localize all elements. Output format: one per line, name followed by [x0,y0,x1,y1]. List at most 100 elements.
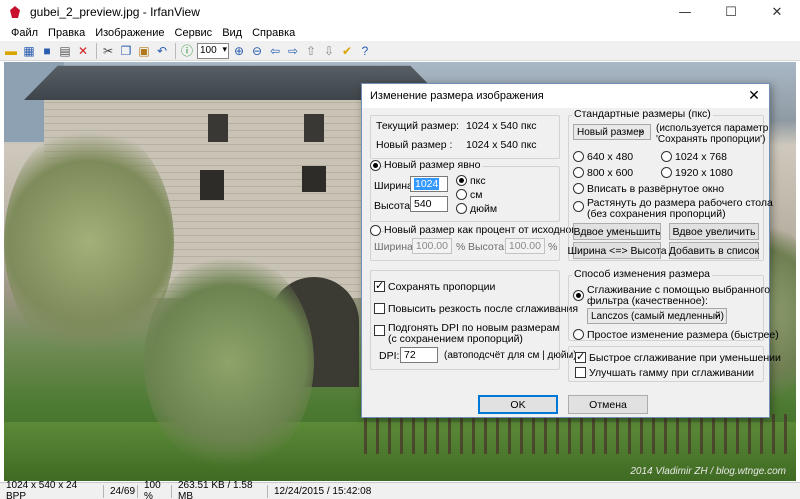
filter-combo[interactable]: Lanczos (самый медленный) [587,307,727,324]
sharpen-label: Повысить резкость после сглаживания [388,303,579,315]
toolbar-separator [175,42,176,59]
menu-image[interactable]: Изображение [90,27,169,39]
dpi-label: DPI: [379,350,400,362]
pct-width-input[interactable]: 100.00 [412,238,452,254]
unit-px-radio[interactable] [456,175,467,186]
toolbar-separator [96,42,97,59]
unit-inch-label: дюйм [470,203,498,215]
fullscreen-icon[interactable]: ⇧ [303,43,319,59]
zoom-select[interactable]: 100 [197,42,229,59]
status-filesize: 263.51 KB / 1.58 MB [172,480,268,499]
ok-button[interactable]: OK [478,395,558,414]
size-640x480-radio[interactable] [573,151,584,162]
keep-aspect-label: Сохранять пропорции [388,281,496,293]
explicit-size-label: Новый размер явно [384,159,483,171]
window-controls: — ☐ ✕ [662,0,800,24]
fast-resample-checkbox[interactable] [575,350,586,363]
status-dimensions: 1024 x 540 x 24 BPP [0,480,104,499]
menu-file[interactable]: Файл [6,27,43,39]
minimize-button[interactable]: — [662,0,708,24]
toolbar: ▬ ▦ ■ ▤ ✕ ✂ ❐ ▣ ↶ ⓘ 100 ⊕ ⊖ ⇦ ⇨ ⇧ ⇩ ✔ ? [0,41,800,61]
menu-help[interactable]: Справка [247,27,300,39]
cut-icon[interactable]: ✂ [100,43,116,59]
dpi-value: 72 [404,349,416,361]
unit-cm-radio[interactable] [456,189,467,200]
swap-dimensions-button[interactable]: Ширина <=> Высота [567,242,667,259]
width-input[interactable]: 1024 [410,176,448,192]
status-index: 24/69 [104,484,138,498]
fit-window-radio[interactable] [573,183,584,194]
open-folder-icon[interactable]: ▬ [3,43,19,59]
menu-view[interactable]: Вид [217,27,247,39]
pct-height-input[interactable]: 100.00 [505,238,545,254]
size-1920x1080-label: 1920 x 1080 [675,167,733,179]
pct-height-value: 100.00 [508,240,541,252]
print-icon[interactable]: ▤ [57,43,73,59]
size-800x600-radio[interactable] [573,167,584,178]
menu-tools[interactable]: Сервис [170,27,218,39]
new-size-label: Новый размер : [376,139,453,151]
dialog-title-bar: Изменение размера изображения ✕ [362,84,769,108]
size-1024x768-radio[interactable] [661,151,672,162]
paste-icon[interactable]: ▣ [136,43,152,59]
unit-inch-radio[interactable] [456,203,467,214]
pct-width-sign: % [456,241,466,253]
image-fence [364,414,796,454]
double-size-button[interactable]: Вдвое увеличить [669,223,759,240]
info-icon[interactable]: ⓘ [179,43,195,59]
image-watermark: 2014 Vladimir ZH / blog.wtnge.com [630,466,786,477]
thumbnails-icon[interactable]: ▦ [21,43,37,59]
status-datetime: 12/24/2015 / 15:42:08 [274,485,372,497]
stretch-desktop-radio[interactable] [573,201,584,212]
slideshow-icon[interactable]: ⇩ [321,43,337,59]
half-size-button[interactable]: Вдвое уменьшить [573,223,661,240]
cancel-button[interactable]: Отмена [568,395,648,414]
settings-icon[interactable]: ✔ [339,43,355,59]
irfanview-app-icon [8,5,22,19]
explicit-size-radio[interactable] [370,160,381,171]
next-icon[interactable]: ⇨ [285,43,301,59]
previous-icon[interactable]: ⇦ [267,43,283,59]
add-to-list-button[interactable]: Добавить в список [669,242,759,259]
gamma-checkbox[interactable] [575,367,586,378]
fast-resample-label: Быстрое сглаживание при уменьшении [589,352,781,364]
copy-icon[interactable]: ❐ [118,43,134,59]
image-window [304,114,324,142]
close-window-button[interactable]: ✕ [754,0,800,24]
standard-size-combo[interactable]: Новый размер [573,123,651,140]
save-icon[interactable]: ■ [39,43,55,59]
maximize-button[interactable]: ☐ [708,0,754,24]
current-size-value: 1024 x 540 пкс [466,120,537,132]
delete-icon[interactable]: ✕ [75,43,91,59]
height-input[interactable]: 540 [410,196,448,212]
sharpen-checkbox[interactable] [374,303,385,314]
resample-radio[interactable] [573,290,584,301]
size-1024x768-label: 1024 x 768 [675,151,727,163]
dialog-close-icon[interactable]: ✕ [745,87,763,105]
dpi-note: (автоподсчёт для см | дюйм) [444,350,577,361]
image-tree [144,252,314,472]
stretch-desktop-label-2: (без сохранения пропорций) [587,208,726,220]
percent-size-label: Новый размер как процент от исходного [384,224,583,236]
zoom-out-icon[interactable]: ⊖ [249,43,265,59]
percent-size-radio[interactable] [370,225,381,236]
keep-aspect-checkbox[interactable] [374,279,385,292]
size-1920x1080-radio[interactable] [661,167,672,178]
undo-icon[interactable]: ↶ [154,43,170,59]
size-640x480-label: 640 x 480 [587,151,634,163]
height-label: Высота: [374,200,413,212]
adjust-dpi-checkbox[interactable] [374,325,385,336]
std-note-2: 'Сохранять пропорции') [656,134,766,145]
new-size-value: 1024 x 540 пкс [466,139,537,151]
size-800x600-label: 800 x 600 [587,167,634,179]
menu-edit[interactable]: Правка [43,27,90,39]
dialog-title: Изменение размера изображения [370,90,544,102]
width-input-value: 1024 [414,178,440,190]
dpi-input[interactable]: 72 [400,347,438,363]
help-icon[interactable]: ? [357,43,373,59]
zoom-in-icon[interactable]: ⊕ [231,43,247,59]
resize-method-title: Способ изменения размера [572,268,713,280]
simple-resize-radio[interactable] [573,329,584,340]
standard-size-combo-value: Новый размер [577,126,645,138]
unit-cm-label: см [470,189,483,201]
